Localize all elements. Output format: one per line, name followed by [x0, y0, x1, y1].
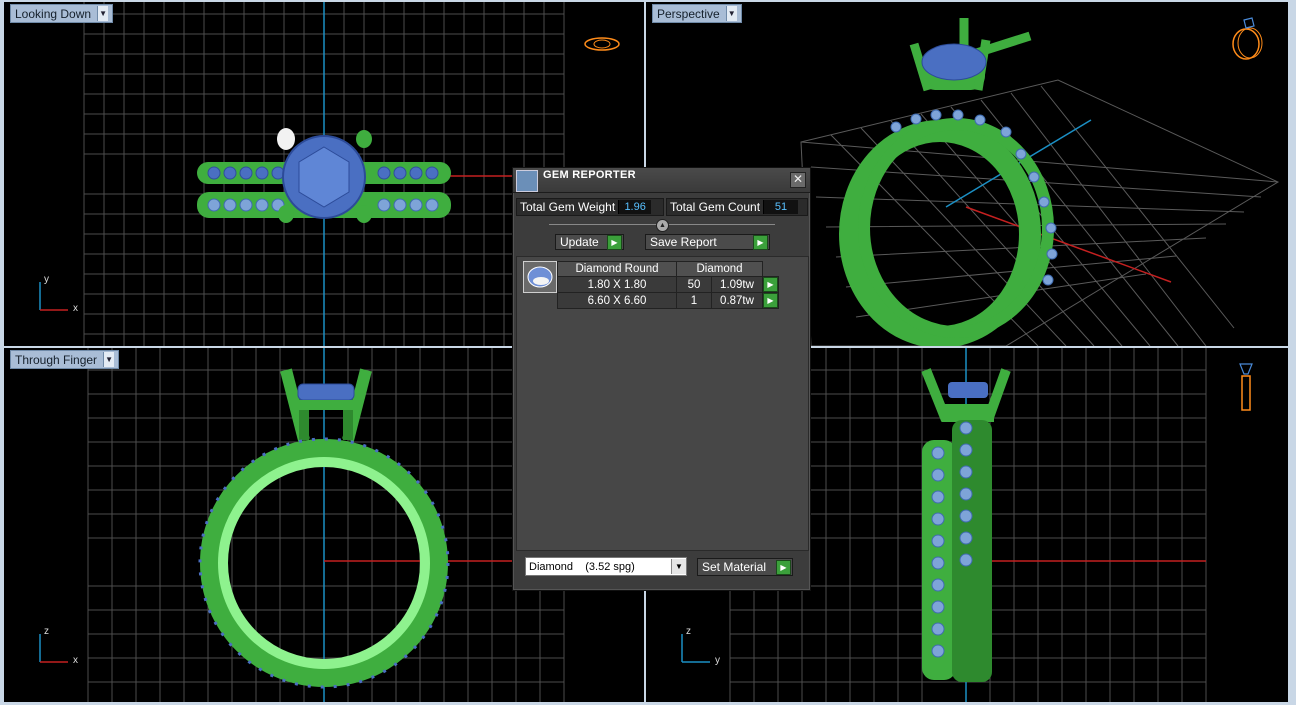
- material-select[interactable]: Diamond (3.52 spg) ▼: [525, 557, 687, 576]
- chevron-down-icon[interactable]: ▼: [97, 6, 109, 21]
- play-arrow-icon: ▶: [607, 234, 622, 250]
- gem-table: Diamond Round Diamond 1.80 X 1.80 50 1.0…: [557, 261, 779, 309]
- gem-count: 50: [676, 276, 712, 293]
- axis-label-horizontal: y: [715, 655, 720, 666]
- play-arrow-icon[interactable]: ▶: [763, 277, 778, 292]
- play-arrow-icon: ▶: [776, 559, 791, 575]
- header-material: Diamond: [676, 261, 763, 277]
- header-spacer: [762, 261, 779, 277]
- table-header-row: Diamond Round Diamond: [557, 261, 779, 277]
- gem-size: 6.60 X 6.60: [557, 292, 677, 309]
- dialog-title-bar[interactable]: GEM REPORTER ✕: [513, 168, 810, 193]
- viewport-title-label: Looking Down: [15, 6, 92, 21]
- total-gem-count-label: Total Gem Count: [670, 200, 761, 214]
- ring-perspective-icon[interactable]: [1226, 14, 1268, 64]
- viewport-title[interactable]: Perspective ▼: [652, 4, 742, 23]
- table-row[interactable]: 1.80 X 1.80 50 1.09tw ▶: [557, 276, 779, 293]
- gem-reporter-dialog[interactable]: GEM REPORTER ✕ Total Gem Weight 1.96 Tot…: [512, 167, 811, 591]
- viewport-title[interactable]: Through Finger ▼: [10, 350, 120, 369]
- gem-size: 1.80 X 1.80: [557, 276, 677, 293]
- material-select-value: Diamond (3.52 spg): [529, 560, 635, 573]
- axis-label-vertical: y: [44, 274, 49, 285]
- chevron-down-icon[interactable]: ▼: [725, 6, 737, 21]
- close-icon[interactable]: ✕: [790, 172, 806, 188]
- ring-top-view-icon[interactable]: [582, 34, 622, 54]
- total-gem-count-field: Total Gem Count 51: [666, 198, 808, 216]
- row-go-cell[interactable]: ▶: [762, 292, 779, 309]
- total-gem-count-value: 51: [763, 200, 799, 214]
- ring-side-view-icon[interactable]: [1234, 360, 1258, 416]
- axis-label-vertical: z: [686, 626, 691, 637]
- total-gem-weight-label: Total Gem Weight: [520, 200, 616, 214]
- collapse-toggle[interactable]: ▲: [656, 219, 669, 232]
- gem-weight: 1.09tw: [711, 276, 763, 293]
- play-arrow-icon[interactable]: ▶: [763, 293, 778, 308]
- viewport-title-label: Through Finger: [15, 352, 98, 367]
- set-material-button[interactable]: Set Material ▶: [697, 558, 793, 576]
- gem-thumbnail[interactable]: [523, 261, 557, 293]
- update-button[interactable]: Update ▶: [555, 234, 624, 250]
- round-diamond-icon: [527, 266, 553, 288]
- axis-indicator: [681, 634, 710, 663]
- save-report-button[interactable]: Save Report ▶: [645, 234, 770, 250]
- gem-weight: 0.87tw: [711, 292, 763, 309]
- axis-indicator: [39, 282, 68, 311]
- total-gem-weight-value: 1.96: [618, 200, 652, 214]
- total-gem-weight-field: Total Gem Weight 1.96: [516, 198, 664, 216]
- row-go-cell[interactable]: ▶: [762, 276, 779, 293]
- viewport-title[interactable]: Looking Down ▼: [10, 4, 114, 23]
- dialog-title: GEM REPORTER: [543, 169, 636, 181]
- header-shape: Diamond Round: [557, 261, 677, 277]
- axis-indicator: [39, 634, 68, 663]
- chevron-down-icon[interactable]: ▼: [671, 559, 686, 574]
- set-material-button-label: Set Material: [702, 560, 767, 574]
- table-row[interactable]: 6.60 X 6.60 1 0.87tw ▶: [557, 292, 779, 309]
- gem-count: 1: [676, 292, 712, 309]
- gem-reporter-icon: [516, 170, 538, 192]
- axis-label-horizontal: x: [73, 655, 78, 666]
- chevron-down-icon[interactable]: ▼: [103, 352, 115, 367]
- viewport-title-label: Perspective: [657, 6, 720, 21]
- axis-label-vertical: z: [44, 626, 49, 637]
- play-arrow-icon: ▶: [753, 234, 768, 250]
- save-report-button-label: Save Report: [650, 235, 717, 249]
- update-button-label: Update: [560, 235, 599, 249]
- gem-list[interactable]: Diamond Round Diamond 1.80 X 1.80 50 1.0…: [516, 256, 809, 551]
- axis-label-horizontal: x: [73, 303, 78, 314]
